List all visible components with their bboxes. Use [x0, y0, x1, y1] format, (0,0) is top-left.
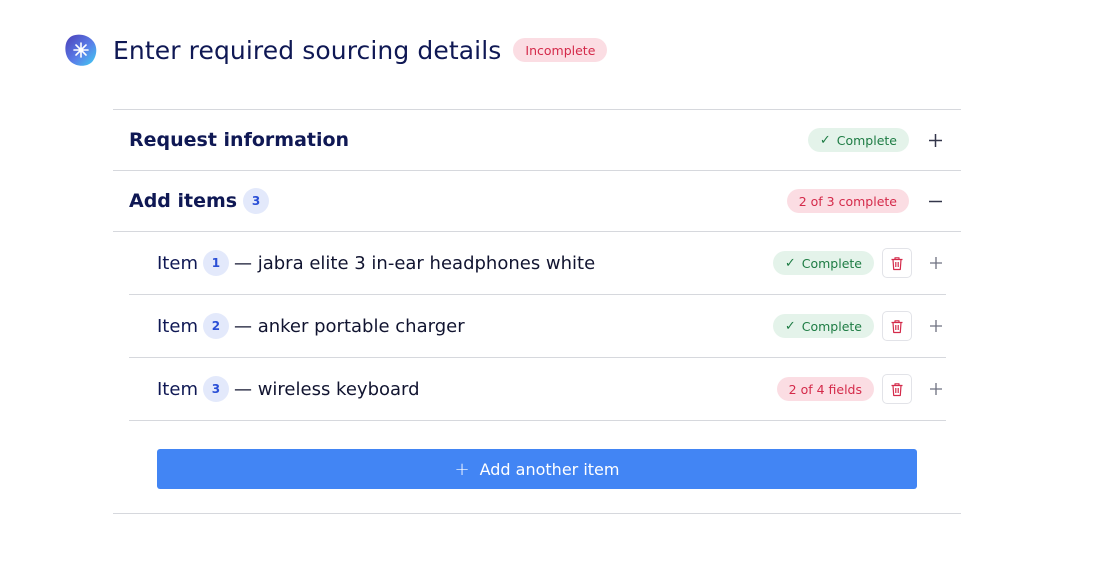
section-title: Add items [129, 190, 238, 212]
status-badge: ✓ Complete [807, 128, 909, 152]
expand-plus-icon[interactable] [926, 253, 946, 273]
collapse-minus-icon[interactable] [925, 191, 945, 211]
status-label: Complete [801, 255, 862, 271]
check-icon: ✓ [784, 318, 796, 334]
delete-item-button[interactable] [882, 311, 912, 341]
status-label: Complete [801, 318, 862, 334]
item-number-badge: 1 [202, 250, 229, 276]
item-number-badge: 3 [202, 376, 229, 402]
item-list: Item 1 — jabra elite 3 in-ear headphones… [129, 232, 946, 421]
item-name: — anker portable charger [233, 315, 465, 337]
list-item[interactable]: Item 2 — anker portable charger ✓ Comple… [129, 295, 946, 358]
trash-icon [891, 382, 903, 396]
item-label: Item [157, 252, 198, 274]
section-actions: 2 of 3 complete [786, 171, 945, 231]
check-icon: ✓ [819, 132, 831, 148]
item-name: — wireless keyboard [233, 378, 420, 400]
section-request-information[interactable]: Request information ✓ Complete [113, 110, 961, 171]
status-badge: 2 of 4 fields [776, 377, 874, 401]
list-item[interactable]: Item 3 — wireless keyboard 2 of 4 fields [129, 358, 946, 421]
item-number-badge: 2 [202, 313, 229, 339]
delete-item-button[interactable] [882, 374, 912, 404]
item-actions: ✓ Complete [772, 232, 946, 294]
list-item[interactable]: Item 1 — jabra elite 3 in-ear headphones… [129, 232, 946, 295]
item-name: — jabra elite 3 in-ear headphones white [233, 252, 596, 274]
sparkle-logo-icon [65, 34, 97, 66]
sourcing-panel: Request information ✓ Complete Add items… [113, 109, 961, 514]
status-badge: ✓ Complete [772, 251, 874, 275]
status-badge: Incomplete [513, 38, 608, 62]
section-add-items[interactable]: Add items 3 2 of 3 complete [113, 171, 961, 232]
add-another-item-button[interactable]: + Add another item [157, 449, 917, 489]
status-badge: 2 of 3 complete [786, 189, 909, 213]
add-button-label: Add another item [479, 459, 620, 479]
trash-icon [891, 256, 903, 270]
expand-plus-icon[interactable] [925, 130, 945, 150]
page-title: Enter required sourcing details [113, 35, 502, 65]
item-actions: 2 of 4 fields [776, 358, 946, 420]
item-label: Item [157, 315, 198, 337]
item-label: Item [157, 378, 198, 400]
expand-plus-icon[interactable] [926, 316, 946, 336]
section-title: Request information [129, 129, 350, 151]
status-badge: ✓ Complete [772, 314, 874, 338]
trash-icon [891, 319, 903, 333]
section-actions: ✓ Complete [807, 110, 945, 170]
item-actions: ✓ Complete [772, 295, 946, 357]
status-label: Complete [836, 132, 897, 148]
page-header: Enter required sourcing details Incomple… [63, 32, 608, 68]
plus-icon: + [454, 458, 470, 480]
item-count-badge: 3 [243, 188, 270, 214]
expand-plus-icon[interactable] [926, 379, 946, 399]
check-icon: ✓ [784, 255, 796, 271]
delete-item-button[interactable] [882, 248, 912, 278]
